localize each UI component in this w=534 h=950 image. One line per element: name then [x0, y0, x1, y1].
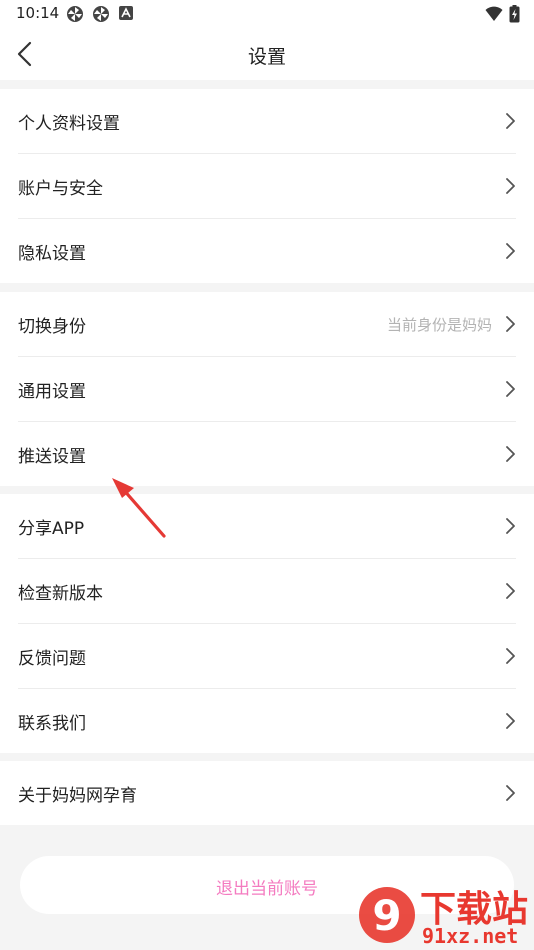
settings-item-label: 账户与安全 [18, 179, 103, 199]
settings-item-label: 关于妈妈网孕育 [18, 786, 137, 806]
settings-item-feedback[interactable]: 反馈问题 [18, 624, 516, 689]
chevron-right-icon [506, 583, 515, 599]
pinwheel-icon [93, 6, 109, 22]
settings-item-switch-identity[interactable]: 切换身份 当前身份是妈妈 [18, 292, 516, 357]
page-title: 设置 [247, 46, 286, 68]
watermark-logo-icon: 9 [359, 887, 415, 943]
settings-item-share-app[interactable]: 分享APP [18, 494, 516, 559]
settings-item-label: 隐私设置 [18, 244, 86, 264]
settings-item-account-security[interactable]: 账户与安全 [18, 154, 516, 219]
chevron-right-icon [506, 178, 515, 194]
settings-item-profile[interactable]: 个人资料设置 [18, 89, 516, 154]
status-bar: 10:14 [0, 0, 534, 28]
settings-group-app: 分享APP 检查新版本 反馈问题 联系我们 [0, 494, 534, 753]
settings-group-account: 个人资料设置 账户与安全 隐私设置 [0, 89, 534, 283]
chevron-right-icon [506, 316, 515, 332]
settings-item-contact-us[interactable]: 联系我们 [18, 689, 516, 753]
chevron-right-icon [506, 785, 515, 801]
status-icons-right [485, 5, 520, 23]
settings-item-label: 推送设置 [18, 447, 86, 467]
chevron-right-icon [506, 381, 515, 397]
settings-item-label: 检查新版本 [18, 584, 103, 604]
watermark-sub-text: 91xz.net [422, 924, 519, 948]
current-identity-value: 当前身份是妈妈 [386, 316, 492, 334]
chevron-right-icon [506, 113, 515, 129]
settings-item-label: 通用设置 [18, 382, 86, 402]
status-time: 10:14 [16, 4, 60, 22]
watermark: 9 下载站 91xz.net [356, 880, 532, 950]
settings-item-general[interactable]: 通用设置 [18, 357, 516, 422]
settings-item-check-update[interactable]: 检查新版本 [18, 559, 516, 624]
a-box-icon [119, 6, 133, 20]
annotation-arrow-icon [112, 478, 166, 538]
pinwheel-icon [67, 6, 83, 22]
chevron-right-icon [506, 243, 515, 259]
chevron-right-icon [506, 713, 515, 729]
settings-group-general: 切换身份 当前身份是妈妈 通用设置 推送设置 [0, 292, 534, 486]
battery-icon [509, 5, 520, 23]
settings-item-label: 切换身份 [18, 317, 86, 337]
chevron-right-icon [506, 518, 515, 534]
settings-item-privacy[interactable]: 隐私设置 [18, 219, 516, 283]
settings-item-push[interactable]: 推送设置 [18, 422, 516, 486]
chevron-right-icon [506, 648, 515, 664]
watermark-logo-glyph: 9 [372, 891, 401, 940]
status-icons-left [66, 5, 134, 23]
settings-item-label: 个人资料设置 [18, 114, 120, 134]
chevron-right-icon [506, 446, 515, 462]
settings-item-label: 联系我们 [18, 714, 86, 734]
settings-item-about[interactable]: 关于妈妈网孕育 [18, 761, 516, 825]
settings-group-about: 关于妈妈网孕育 [0, 761, 534, 825]
nav-bar: 设置 [0, 28, 534, 80]
wifi-icon [485, 6, 503, 21]
settings-item-label: 反馈问题 [18, 649, 86, 669]
settings-item-label: 分享APP [18, 519, 85, 539]
